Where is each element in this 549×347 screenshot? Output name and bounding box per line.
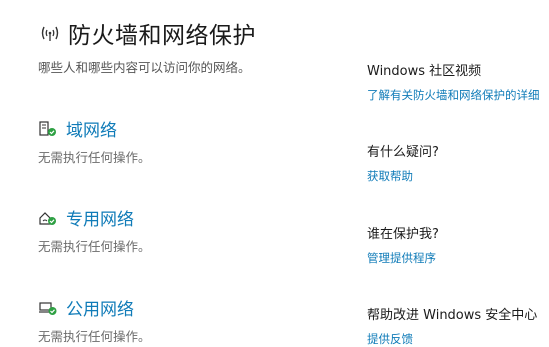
- public-network-section: 公用网络 无需执行任何操作。: [38, 295, 338, 345]
- feedback-heading: 帮助改进 Windows 安全中心: [367, 308, 538, 323]
- community-video-section: Windows 社区视频 了解有关防火墙和网络保护的详细: [367, 60, 549, 103]
- page-header: 防火墙和网络保护: [38, 16, 256, 50]
- feedback-section: 帮助改进 Windows 安全中心 提供反馈: [367, 304, 549, 347]
- domain-network-section: 域网络 无需执行任何操作。: [38, 116, 338, 166]
- public-network-status: 无需执行任何操作。: [38, 329, 151, 344]
- private-network-link[interactable]: 专用网络: [66, 205, 134, 230]
- learn-more-link[interactable]: 了解有关防火墙和网络保护的详细: [367, 87, 549, 103]
- private-network-icon: [38, 209, 58, 227]
- domain-network-icon: [38, 120, 58, 138]
- protector-heading: 谁在保护我?: [367, 227, 439, 242]
- private-network-section: 专用网络 无需执行任何操作。: [38, 205, 338, 255]
- wifi-signal-icon: [38, 21, 62, 45]
- question-section: 有什么疑问? 获取帮助: [367, 141, 549, 184]
- public-network-icon: [38, 299, 58, 317]
- community-video-heading: Windows 社区视频: [367, 64, 482, 79]
- question-heading: 有什么疑问?: [367, 145, 439, 160]
- manage-providers-link[interactable]: 管理提供程序: [367, 250, 549, 266]
- give-feedback-link[interactable]: 提供反馈: [367, 331, 549, 347]
- page-title: 防火墙和网络保护: [68, 23, 256, 49]
- public-network-link[interactable]: 公用网络: [66, 295, 134, 320]
- get-help-link[interactable]: 获取帮助: [367, 168, 549, 184]
- domain-network-status: 无需执行任何操作。: [38, 150, 151, 165]
- page-subtitle: 哪些人和哪些内容可以访问你的网络。: [38, 60, 251, 75]
- private-network-status: 无需执行任何操作。: [38, 239, 151, 254]
- protector-section: 谁在保护我? 管理提供程序: [367, 223, 549, 266]
- domain-network-link[interactable]: 域网络: [66, 116, 117, 141]
